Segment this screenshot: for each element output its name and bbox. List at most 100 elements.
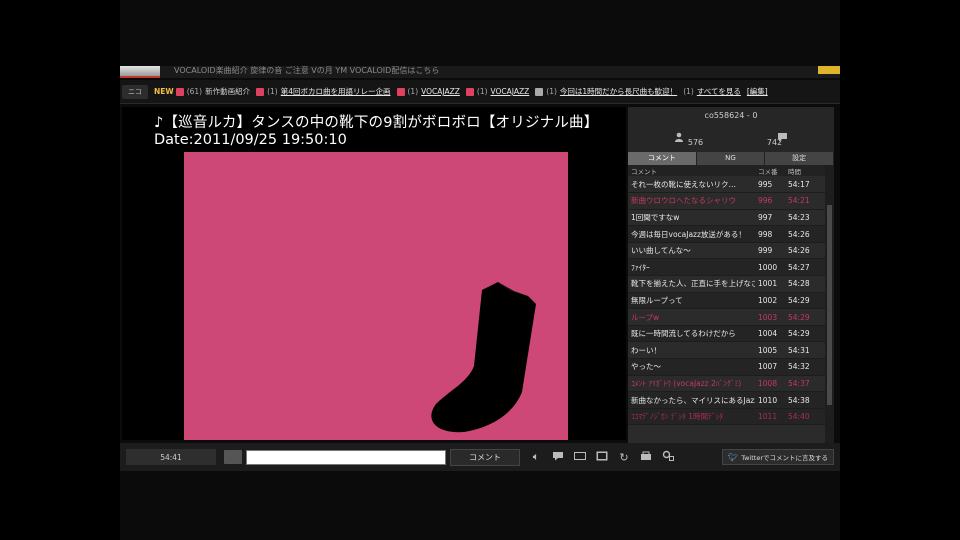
comment-cell-num: 1002: [755, 292, 785, 310]
scroll-thumb[interactable]: [827, 205, 832, 405]
comment-cell-time: 54:29: [785, 325, 825, 343]
comment-cell-time: 54:26: [785, 242, 825, 260]
comment-cell-num: 1011: [755, 408, 785, 426]
info-item-label[interactable]: すべてを見る: [697, 86, 741, 97]
col-number[interactable]: コメ番: [755, 165, 785, 176]
comment-send-button[interactable]: コメント: [450, 448, 520, 466]
comment-cell-time: 54:31: [785, 341, 825, 360]
twitter-button[interactable]: 🐦︎ Twitterでコメントに言及する: [722, 449, 834, 465]
comment-cell-num: 1008: [755, 375, 785, 393]
tab-ng[interactable]: NG: [696, 152, 766, 165]
comment-cell-num: 1007: [755, 358, 785, 376]
comment-row[interactable]: ｺﾒﾝﾄ ｱﾘｶﾞﾄｳ (vocaJazz 2ﾊﾞﾝｸﾞﾐ) 1008 54:37: [628, 375, 825, 393]
command-button[interactable]: [224, 450, 242, 464]
top-strip-accent: [818, 66, 840, 74]
comment-panel: co558624 - 0 576 742 コメント NG 設定 コメント コメ番…: [628, 107, 835, 443]
nico-logo: ニコ: [122, 84, 148, 99]
comment-cell-num: 1000: [755, 258, 785, 277]
sock-image: [431, 282, 536, 433]
info-item-label[interactable]: 新作動画紹介: [205, 86, 250, 97]
top-strip: VOCALOID楽曲紹介 旋律の音 ご注意 Vの月 YM VOCALOID配信は…: [120, 66, 840, 78]
info-item-label[interactable]: VOCAJAZZ: [421, 87, 460, 96]
new-badge: NEW: [154, 87, 174, 96]
comment-row[interactable]: それ一枚の靴に使えないリク… 995 54:17: [628, 176, 825, 194]
category-badge-icon: [535, 87, 544, 96]
comment-cell-time: 54:28: [785, 275, 825, 293]
info-item[interactable]: (1) 第4回ボカロ曲を用語リレー企画: [256, 86, 391, 97]
comment-row[interactable]: わーい！ 1005 54:31: [628, 341, 825, 360]
comment-row[interactable]: 新曲なかったら、マイリスにあるJazz 1010 54:38: [628, 391, 825, 409]
fullscreen-icon[interactable]: [596, 451, 608, 464]
info-item[interactable]: (1) 今回は1時間だから長尺曲も歓迎！: [535, 86, 677, 97]
info-item-label[interactable]: 今回は1時間だから長尺曲も歓迎！: [560, 86, 677, 97]
comment-cell-num: 1010: [755, 391, 785, 409]
comment-row[interactable]: 新曲ウロウロへたなるシャリウ 996 54:21: [628, 192, 825, 210]
volume-icon[interactable]: 🔈︎: [530, 450, 542, 464]
search-icon[interactable]: [662, 450, 674, 464]
comment-cell-comment: 新曲ウロウロへたなるシャリウ: [628, 192, 755, 210]
comment-cell-comment: ループw: [628, 308, 755, 326]
comment-row[interactable]: やった～ 1007 54:32: [628, 358, 825, 376]
comment-row[interactable]: 今週は毎日vocaJazz放送がある！ 998 54:26: [628, 225, 825, 243]
comment-table: コメント コメ番 時間 それ一枚の靴に使えないリク… 995 54:17 新曲ウロウロ…: [628, 165, 825, 426]
viewer-count: 576: [687, 138, 704, 147]
comment-row[interactable]: ループw 1003 54:29: [628, 308, 825, 326]
tab-settings[interactable]: 設定: [765, 152, 835, 165]
comment-cell-comment: 新曲なかったら、マイリスにあるJazz: [628, 391, 755, 409]
comment-row[interactable]: いい曲してんな～ 999 54:26: [628, 242, 825, 260]
channel-thumbnail[interactable]: [120, 66, 160, 78]
comment-row[interactable]: 靴下を揃えた人、正直に手を上げなさい 1001 54:28: [628, 275, 825, 293]
comment-row[interactable]: 既に一時間流してるわけだから 1004 54:29: [628, 325, 825, 343]
info-item[interactable]: [編集]: [747, 86, 768, 97]
info-item-count: (61): [186, 87, 203, 96]
comment-visibility-icon[interactable]: [552, 451, 564, 464]
comment-cell-comment: ｺｺﾏﾃﾞﾉｼﾞｶﾝ ﾃﾞｼﾀ 1時間ﾃﾞｼﾀ: [628, 408, 755, 426]
info-item[interactable]: (1) VOCAJAZZ: [465, 87, 530, 96]
control-bar: 54:41 コメント 🔈︎ ↻ 🐦︎ Twitterでコメントに言及する: [120, 443, 840, 471]
comment-cell-time: 54:27: [785, 258, 825, 277]
video-frame: [184, 152, 568, 440]
comment-cell-comment: いい曲してんな～: [628, 242, 755, 260]
comment-cell-num: 995: [755, 176, 785, 194]
info-item[interactable]: NEW (61) 新作動画紹介: [154, 86, 250, 97]
video-title: ♪【巡音ルカ】タンスの中の靴下の9割がボロボロ【オリジナル曲】: [154, 115, 599, 131]
comment-cell-comment: やった～: [628, 358, 755, 376]
panel-tabs: コメント NG 設定: [628, 152, 835, 165]
comment-count: 742: [766, 138, 783, 147]
info-item-count: (1): [546, 87, 557, 96]
comment-row[interactable]: ｺｺﾏﾃﾞﾉｼﾞｶﾝ ﾃﾞｼﾀ 1時間ﾃﾞｼﾀ 1011 54:40: [628, 408, 825, 426]
comment-input[interactable]: [246, 449, 446, 465]
comment-cell-time: 54:40: [785, 408, 825, 426]
info-item-label[interactable]: 第4回ボカロ曲を用語リレー企画: [281, 86, 391, 97]
comment-cell-comment: ﾌｧｲﾀｰ: [628, 258, 755, 277]
comment-cell-num: 1001: [755, 275, 785, 293]
info-item-label[interactable]: VOCAJAZZ: [491, 87, 530, 96]
settings-icon[interactable]: [640, 451, 652, 464]
info-item[interactable]: (1) すべてを見る: [683, 86, 741, 97]
comment-cell-comment: 無限ループって: [628, 292, 755, 310]
info-item-label[interactable]: [編集]: [747, 86, 768, 97]
comment-cell-time: 54:23: [785, 209, 825, 227]
comment-cell-time: 54:38: [785, 391, 825, 409]
col-time[interactable]: 時間: [785, 165, 825, 176]
info-item[interactable]: (1) VOCAJAZZ: [396, 87, 460, 96]
info-item-count: (1): [407, 87, 419, 96]
comment-cell-comment: 今週は毎日vocaJazz放送がある！: [628, 225, 755, 243]
comment-row[interactable]: 1回聞ですなw 997 54:23: [628, 209, 825, 227]
reload-icon[interactable]: ↻: [618, 451, 630, 464]
elapsed-time: 54:41: [126, 449, 216, 465]
comment-cell-num: 998: [755, 225, 785, 243]
info-item-count: (1): [476, 87, 488, 96]
video-player[interactable]: ♪【巡音ルカ】タンスの中の靴下の9割がボロボロ【オリジナル曲】 Date:201…: [122, 107, 626, 440]
comment-rows: それ一枚の靴に使えないリク… 995 54:17 新曲ウロウロへたなるシャリウ 996 5…: [628, 176, 825, 426]
comment-scrollbar[interactable]: [825, 165, 834, 443]
comment-row[interactable]: ﾌｧｲﾀｰ 1000 54:27: [628, 258, 825, 277]
col-comment[interactable]: コメント: [628, 165, 755, 176]
screen-size-icon[interactable]: [574, 451, 586, 464]
viewer-icon: [674, 132, 684, 144]
comment-cell-time: 54:26: [785, 225, 825, 243]
tab-comments[interactable]: コメント: [628, 152, 697, 165]
comment-cell-num: 996: [755, 192, 785, 210]
comment-row[interactable]: 無限ループって 1002 54:29: [628, 292, 825, 310]
comment-cell-num: 1004: [755, 325, 785, 343]
